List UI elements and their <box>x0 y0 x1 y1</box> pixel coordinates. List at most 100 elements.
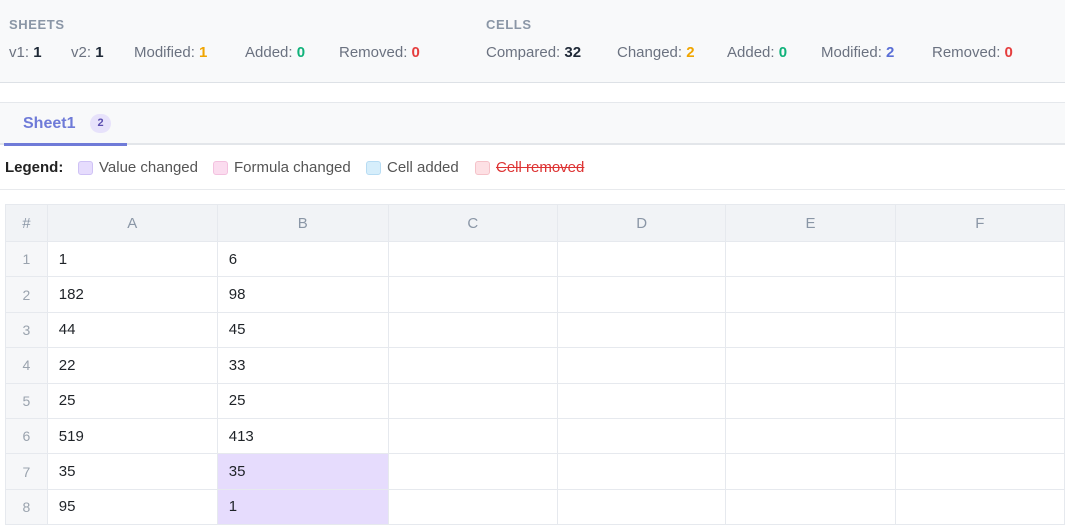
cell-c1[interactable] <box>387 240 558 278</box>
row-number: 2 <box>5 276 48 313</box>
stat-value: 32 <box>564 44 582 61</box>
cell-e3[interactable] <box>725 311 896 349</box>
cell-e7[interactable] <box>725 453 896 490</box>
tab-label: Sheet1 <box>23 115 76 132</box>
stat-value: 1 <box>95 44 104 61</box>
cell-d2[interactable] <box>556 276 727 313</box>
cell-a2[interactable]: 182 <box>46 276 218 313</box>
column-header-d[interactable]: D <box>556 204 727 242</box>
table-row: 6 519 413 <box>5 417 1065 455</box>
cell-f5[interactable] <box>894 382 1065 419</box>
cell-f8[interactable] <box>894 488 1065 526</box>
cell-a5[interactable]: 25 <box>46 382 218 419</box>
cell-b8-value-changed[interactable]: 1 <box>216 488 389 526</box>
stat-cells-changed: Changed: 2 <box>617 44 695 61</box>
cell-c7[interactable] <box>387 453 558 490</box>
table-row: 5 25 25 <box>5 382 1065 419</box>
cell-e5[interactable] <box>725 382 896 419</box>
cell-c4[interactable] <box>387 347 558 384</box>
column-header-c[interactable]: C <box>387 204 558 242</box>
cell-a7[interactable]: 35 <box>46 453 218 490</box>
table-row: 4 22 33 <box>5 347 1065 384</box>
stat-sheets-v1: v1: 1 <box>9 44 42 61</box>
cell-f3[interactable] <box>894 311 1065 349</box>
column-header-row: # A B C D E F <box>5 204 1065 242</box>
diff-grid: # A B C D E F 1 1 6 2 182 98 3 44 45 4 2… <box>5 204 1065 526</box>
stat-value: 0 <box>778 44 788 61</box>
cell-c3[interactable] <box>387 311 558 349</box>
cell-a8[interactable]: 95 <box>46 488 218 526</box>
stat-sheets-modified: Modified: 1 <box>134 44 208 61</box>
stat-sheets-v2: v2: 1 <box>71 44 104 61</box>
stat-sheets-removed: Removed: 0 <box>339 44 420 61</box>
cell-f4[interactable] <box>894 347 1065 384</box>
cell-d4[interactable] <box>556 347 727 384</box>
stat-value: 0 <box>411 44 420 61</box>
cell-b7-value-changed[interactable]: 35 <box>216 453 389 490</box>
cells-summary: CELLS Compared: 32 Changed: 2 Added: 0 M… <box>486 17 1013 61</box>
column-header-a[interactable]: A <box>46 204 218 242</box>
cell-a6[interactable]: 519 <box>46 417 218 455</box>
cell-e4[interactable] <box>725 347 896 384</box>
cell-f2[interactable] <box>894 276 1065 313</box>
row-number: 6 <box>5 417 48 455</box>
formula-changed-swatch <box>213 161 228 175</box>
cell-d3[interactable] <box>556 311 727 349</box>
corner-header: # <box>5 204 48 242</box>
sheets-summary-title: SHEETS <box>9 17 65 32</box>
value-changed-swatch <box>78 161 93 175</box>
cell-d1[interactable] <box>556 240 727 278</box>
column-header-f[interactable]: F <box>894 204 1065 242</box>
cell-a1[interactable]: 1 <box>46 240 218 278</box>
stat-value: 0 <box>1004 44 1013 61</box>
cell-d7[interactable] <box>556 453 727 490</box>
legend-label: Value changed <box>99 159 198 176</box>
cell-f6[interactable] <box>894 417 1065 455</box>
cell-removed-swatch <box>475 161 490 175</box>
legend-label: Formula changed <box>234 159 351 176</box>
cell-b5[interactable]: 25 <box>216 382 389 419</box>
row-number: 7 <box>5 453 48 490</box>
cell-c6[interactable] <box>387 417 558 455</box>
cell-e8[interactable] <box>725 488 896 526</box>
sheet-tab-bar: Sheet1 2 <box>0 102 1065 146</box>
cell-c5[interactable] <box>387 382 558 419</box>
legend-title: Legend: <box>5 159 64 176</box>
cell-d8[interactable] <box>556 488 727 526</box>
cell-added-swatch <box>366 161 381 175</box>
column-header-b[interactable]: B <box>216 204 389 242</box>
cell-c2[interactable] <box>387 276 558 313</box>
stat-cells-added: Added: 0 <box>727 44 788 61</box>
cell-a4[interactable]: 22 <box>46 347 218 384</box>
stat-value: 2 <box>686 44 695 61</box>
cell-c8[interactable] <box>387 488 558 526</box>
cell-b2[interactable]: 98 <box>216 276 389 313</box>
cell-e6[interactable] <box>725 417 896 455</box>
cell-e1[interactable] <box>725 240 896 278</box>
column-header-e[interactable]: E <box>725 204 896 242</box>
cell-a3[interactable]: 44 <box>46 311 218 349</box>
legend-label: Cell removed <box>496 159 585 176</box>
cell-f1[interactable] <box>894 240 1065 278</box>
cell-b3[interactable]: 45 <box>216 311 389 349</box>
stat-value: 1 <box>199 44 208 61</box>
stat-cells-modified: Modified: 2 <box>821 44 895 61</box>
cell-d6[interactable] <box>556 417 727 455</box>
stat-value: 1 <box>33 44 42 61</box>
table-row: 8 95 1 <box>5 488 1065 526</box>
cell-b1[interactable]: 6 <box>216 240 389 278</box>
cell-b6[interactable]: 413 <box>216 417 389 455</box>
table-row: 7 35 35 <box>5 453 1065 490</box>
cell-f7[interactable] <box>894 453 1065 490</box>
change-count-badge: 2 <box>90 114 111 133</box>
stat-cells-removed: Removed: 0 <box>932 44 1013 61</box>
table-row: 2 182 98 <box>5 276 1065 313</box>
sheets-summary: SHEETS v1: 1 v2: 1 Modified: 1 Added: 0 … <box>9 17 420 61</box>
tab-sheet1[interactable]: Sheet1 2 <box>4 103 127 146</box>
cells-summary-title: CELLS <box>486 17 532 32</box>
diff-summary-panel: SHEETS v1: 1 v2: 1 Modified: 1 Added: 0 … <box>0 0 1065 83</box>
cell-e2[interactable] <box>725 276 896 313</box>
stat-cells-compared: Compared: 32 <box>486 44 582 61</box>
cell-d5[interactable] <box>556 382 727 419</box>
cell-b4[interactable]: 33 <box>216 347 389 384</box>
